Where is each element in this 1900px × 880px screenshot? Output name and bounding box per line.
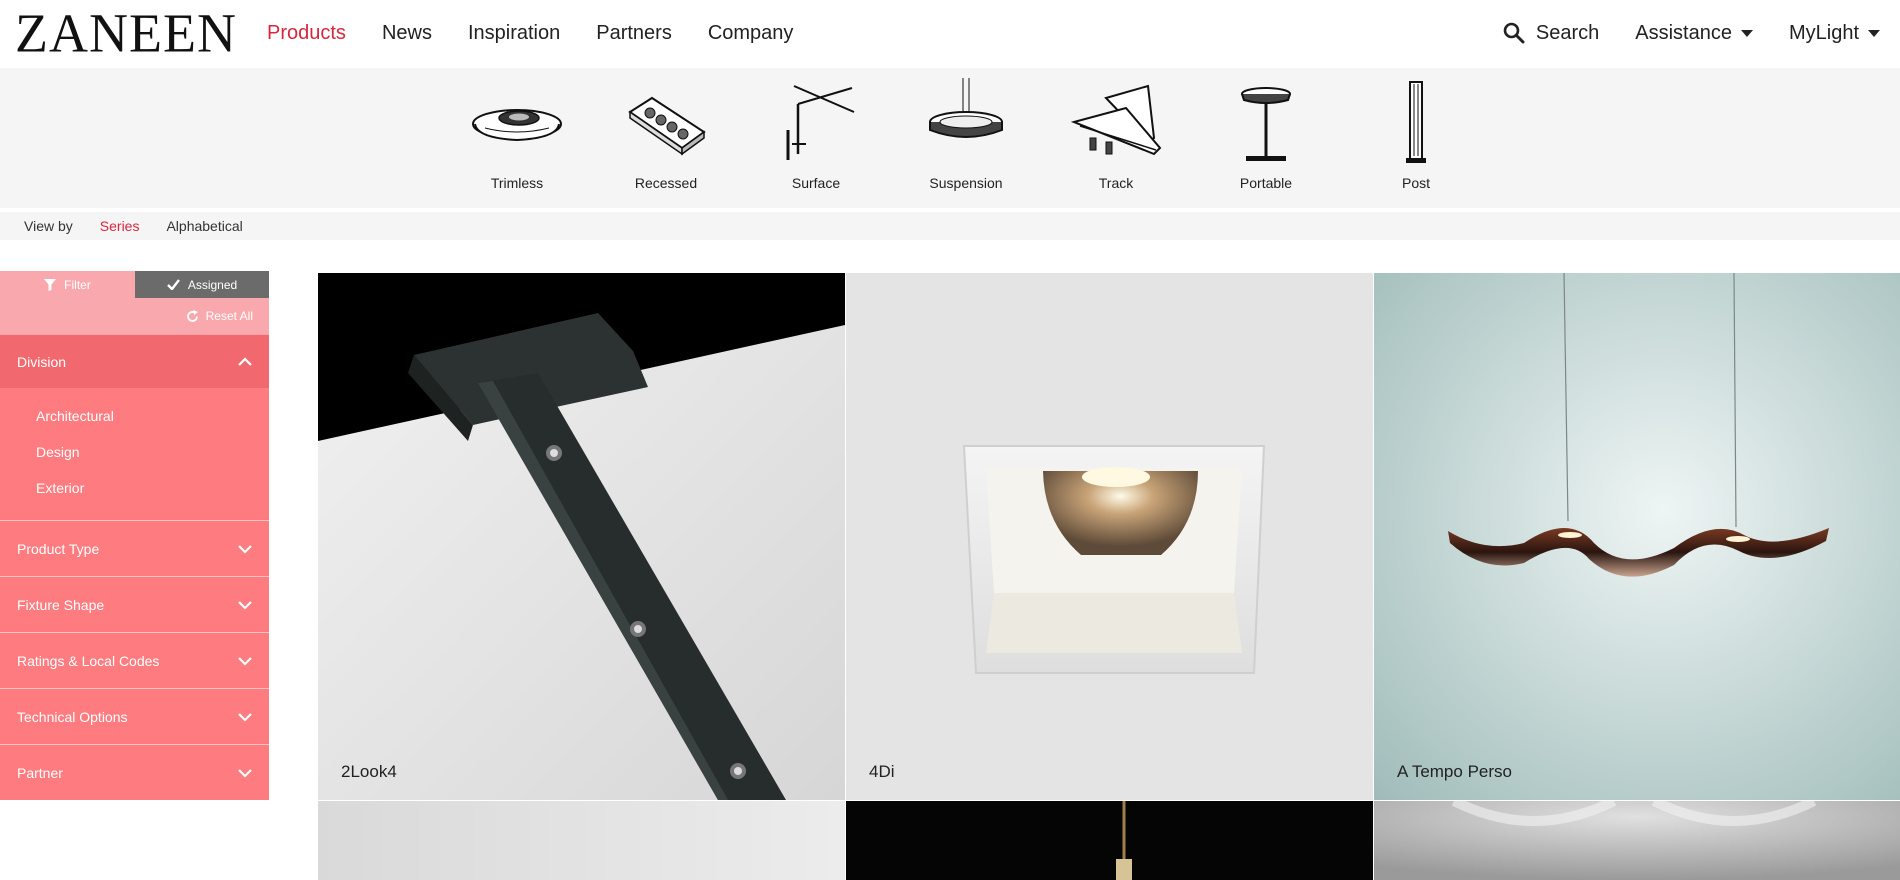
product-name: A Tempo Perso [1397, 762, 1512, 781]
nav-inspiration[interactable]: Inspiration [468, 20, 560, 46]
search-icon [1503, 22, 1525, 44]
division-options: Architectural Design Exterior [0, 388, 269, 520]
product-card-a-tempo-perso[interactable]: A Tempo Perso [1374, 273, 1900, 800]
zaneen-logo[interactable]: ZANEEN [15, 5, 237, 60]
filter-option-exterior[interactable]: Exterior [0, 470, 269, 506]
section-title: Product Type [17, 540, 100, 557]
filter-section-ratings[interactable]: Ratings & Local Codes [0, 632, 269, 688]
assigned-tab-label: Assigned [187, 277, 238, 292]
recessed-fixture-icon [628, 96, 706, 156]
section-title: Partner [17, 764, 63, 781]
refresh-icon [186, 309, 198, 322]
surface-fixture-icon [786, 85, 855, 160]
nav-partners[interactable]: Partners [596, 20, 672, 46]
reset-all-button[interactable]: Reset All [0, 298, 269, 334]
category-label: Track [1098, 175, 1134, 191]
filter-section-technical-options[interactable]: Technical Options [0, 688, 269, 744]
category-track[interactable]: Track [1051, 78, 1181, 191]
product-card-2look4[interactable]: 2Look4 [318, 273, 845, 800]
category-trimless[interactable]: Trimless [452, 78, 582, 191]
view-by-label: View by [24, 218, 73, 234]
product-image [1374, 801, 1900, 880]
filter-tabs: Filter Assigned [0, 271, 269, 298]
filter-option-design[interactable]: Design [0, 434, 269, 470]
filter-section-fixture-shape[interactable]: Fixture Shape [0, 576, 269, 632]
category-surface[interactable]: Surface [751, 78, 881, 191]
category-post[interactable]: Post [1351, 78, 1481, 191]
product-card-4di[interactable]: 4Di [846, 273, 1373, 800]
chevron-down-icon [238, 544, 252, 554]
filter-sidebar: Filter Assigned Reset All Division Archi… [0, 271, 269, 800]
section-title: Division [17, 353, 67, 370]
track-fixture-icon [1070, 84, 1162, 156]
category-label: Recessed [634, 175, 698, 191]
checkmark-icon [166, 279, 180, 290]
section-title: Ratings & Local Codes [17, 652, 160, 669]
product-image [846, 273, 1373, 800]
main-menu: Products News Inspiration Partners Compa… [267, 20, 829, 46]
filter-option-architectural[interactable]: Architectural [0, 398, 269, 434]
nav-news[interactable]: News [382, 20, 432, 46]
suspension-fixture-icon [929, 78, 1003, 138]
caret-down-icon [1740, 29, 1753, 37]
product-card[interactable] [318, 801, 845, 880]
product-image [318, 801, 845, 880]
product-card[interactable] [1374, 801, 1900, 880]
filter-section-division[interactable]: Division [0, 334, 269, 388]
category-label: Suspension [929, 175, 1003, 191]
chevron-down-icon [238, 656, 252, 666]
filter-tab[interactable]: Filter [0, 271, 135, 298]
filter-section-product-type[interactable]: Product Type [0, 520, 269, 576]
product-card[interactable] [846, 801, 1373, 880]
view-by-alphabetical[interactable]: Alphabetical [166, 218, 242, 234]
category-suspension[interactable]: Suspension [901, 78, 1031, 191]
mylight-dropdown[interactable]: MyLight [1789, 20, 1880, 46]
post-fixture-icon [1406, 81, 1426, 163]
chevron-up-icon [238, 356, 252, 366]
product-grid: 2Look4 4Di A Tempo Perso [318, 273, 1900, 880]
product-image [1374, 273, 1900, 800]
view-by-bar: View by Series Alphabetical [0, 212, 1900, 240]
filter-section-partner[interactable]: Partner [0, 744, 269, 800]
category-label: Portable [1239, 175, 1293, 191]
trimless-fixture-icon [472, 109, 562, 142]
chevron-down-icon [238, 600, 252, 610]
product-image [318, 273, 845, 800]
assigned-tab[interactable]: Assigned [135, 271, 269, 298]
reset-all-label: Reset All [205, 309, 253, 323]
product-name: 2Look4 [341, 762, 397, 781]
category-label: Post [1401, 175, 1430, 191]
product-image [846, 801, 1373, 880]
chevron-down-icon [238, 712, 252, 722]
product-name: 4Di [869, 762, 895, 781]
assistance-dropdown[interactable]: Assistance [1635, 20, 1753, 46]
funnel-icon [44, 278, 57, 291]
nav-products[interactable]: Products [267, 20, 346, 46]
portable-fixture-icon [1241, 87, 1291, 161]
top-navigation: ZANEEN Products News Inspiration Partner… [0, 0, 1900, 68]
caret-down-icon [1868, 29, 1880, 37]
category-label: Surface [791, 175, 841, 191]
category-recessed[interactable]: Recessed [601, 78, 731, 191]
product-category-bar: Trimless Recessed Surface Suspension Tra… [0, 68, 1900, 208]
chevron-down-icon [238, 768, 252, 778]
search-label: Search [1535, 22, 1600, 44]
nav-company[interactable]: Company [708, 20, 794, 46]
view-by-series[interactable]: Series [100, 218, 140, 234]
section-title: Fixture Shape [17, 596, 105, 613]
utility-menu: Search Assistance MyLight [1466, 20, 1880, 46]
category-portable[interactable]: Portable [1201, 78, 1331, 191]
category-label: Trimless [490, 175, 544, 191]
filter-tab-label: Filter [64, 277, 91, 292]
section-title: Technical Options [17, 708, 128, 725]
mylight-label: MyLight [1788, 22, 1859, 44]
assistance-label: Assistance [1635, 22, 1732, 44]
search-button[interactable]: Search [1502, 20, 1599, 46]
